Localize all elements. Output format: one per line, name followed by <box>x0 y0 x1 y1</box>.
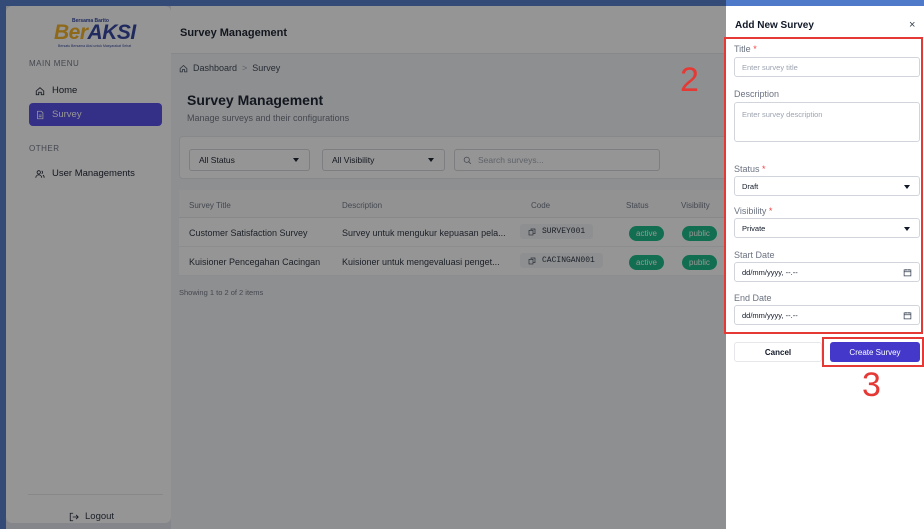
close-icon[interactable]: × <box>909 19 915 31</box>
annotation-number-3: 3 <box>862 366 881 404</box>
modal-backdrop[interactable] <box>0 0 726 529</box>
cancel-button[interactable]: Cancel <box>734 342 822 362</box>
drawer-title: Add New Survey <box>735 20 814 31</box>
form-highlight-box <box>724 37 923 334</box>
annotation-number-2: 2 <box>680 61 699 99</box>
button-highlight-box <box>822 337 924 367</box>
